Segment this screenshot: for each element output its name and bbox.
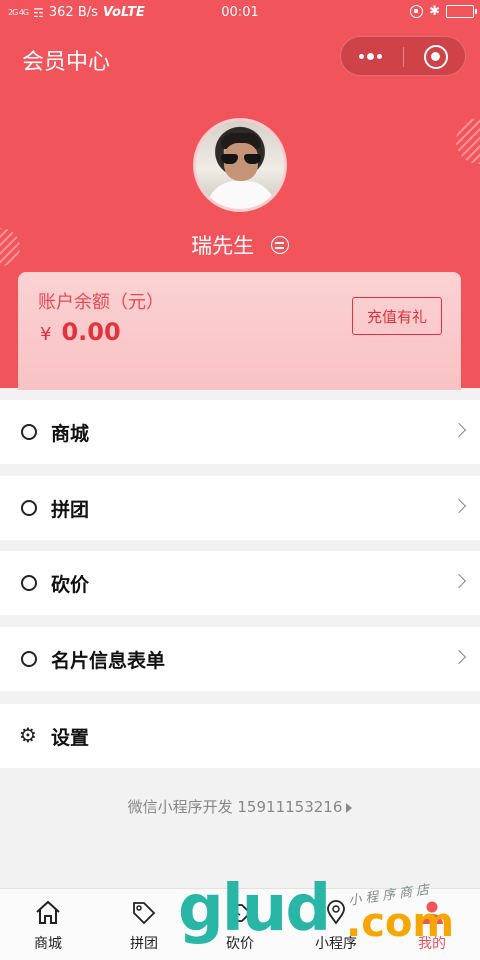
tab-label: 商城 (34, 936, 62, 952)
home-icon (36, 900, 60, 924)
menu-item-label: 设置 (51, 727, 90, 749)
avatar[interactable] (193, 118, 287, 212)
decor-circle-right (456, 118, 480, 164)
tab-group-buy[interactable]: 拼团 (96, 889, 192, 960)
menu-item-bargain[interactable]: 砍价 (0, 551, 480, 615)
menu-item-card-form[interactable]: 名片信息表单 (0, 627, 480, 691)
menu-item-settings[interactable]: ⚙ 设置 (0, 704, 480, 768)
gear-icon: ⚙ (19, 723, 37, 747)
menu-item-label: 商城 (51, 423, 90, 445)
recharge-button[interactable]: 充值有礼 (352, 297, 442, 335)
miniprogram-capsule (340, 36, 466, 76)
menu-item-label: 拼团 (51, 499, 90, 521)
cut-tag-icon (229, 904, 252, 922)
circle-icon (21, 424, 37, 440)
menu-item-mall[interactable]: 商城 (0, 400, 480, 464)
menu-item-label: 名片信息表单 (51, 650, 166, 672)
developer-credit-link[interactable]: 微信小程序开发 15911153216 (0, 796, 480, 817)
close-miniprogram-icon[interactable] (424, 45, 448, 69)
circle-icon (21, 575, 37, 591)
tag-icon (133, 902, 156, 925)
tab-mall[interactable]: 商城 (0, 889, 96, 960)
tab-mine[interactable]: 我的 (384, 889, 480, 960)
balance-card: 账户余额（元） ¥0.00 充值有礼 (18, 272, 461, 390)
developer-credit-text: 微信小程序开发 15911153216 (127, 798, 343, 816)
page-title: 会员中心 (22, 50, 111, 75)
bluetooth-icon: ✱ (429, 4, 440, 19)
more-icon[interactable] (359, 48, 389, 64)
clock: 00:01 (221, 5, 259, 20)
location-icon (327, 900, 345, 925)
balance-amount-row: ¥0.00 (40, 318, 121, 346)
circle-icon (21, 651, 37, 667)
currency-symbol: ¥ (40, 324, 52, 345)
status-bar: 2G 4G ☶ 362 B/s VoLTE 00:01 ✱ (0, 0, 480, 26)
chevron-right-icon (451, 649, 467, 665)
switch-account-icon[interactable] (270, 236, 289, 254)
tab-label: 我的 (418, 936, 446, 952)
balance-amount: 0.00 (61, 318, 121, 346)
tab-bar: 商城 拼团 砍价 小程序 我的 (0, 888, 480, 960)
balance-label: 账户余额（元） (38, 292, 164, 313)
status-right: ✱ (410, 4, 477, 19)
menu-item-label: 砍价 (51, 574, 90, 596)
menu-item-group-buy[interactable]: 拼团 (0, 476, 480, 540)
rotation-lock-icon (410, 5, 424, 18)
capsule-divider (403, 47, 404, 67)
circle-icon (21, 500, 37, 516)
chevron-right-icon (451, 422, 467, 438)
user-icon (421, 901, 443, 924)
username-row: 瑞先生 (0, 230, 480, 260)
tab-label: 砍价 (226, 936, 254, 952)
battery-icon (446, 5, 477, 18)
username: 瑞先生 (191, 234, 255, 258)
tab-bargain[interactable]: 砍价 (192, 889, 288, 960)
tab-label: 小程序 (315, 936, 357, 952)
play-arrow-icon (346, 802, 353, 813)
chevron-right-icon (451, 573, 467, 589)
chevron-right-icon (451, 498, 467, 514)
tab-miniprogram[interactable]: 小程序 (288, 889, 384, 960)
tab-label: 拼团 (130, 936, 158, 952)
